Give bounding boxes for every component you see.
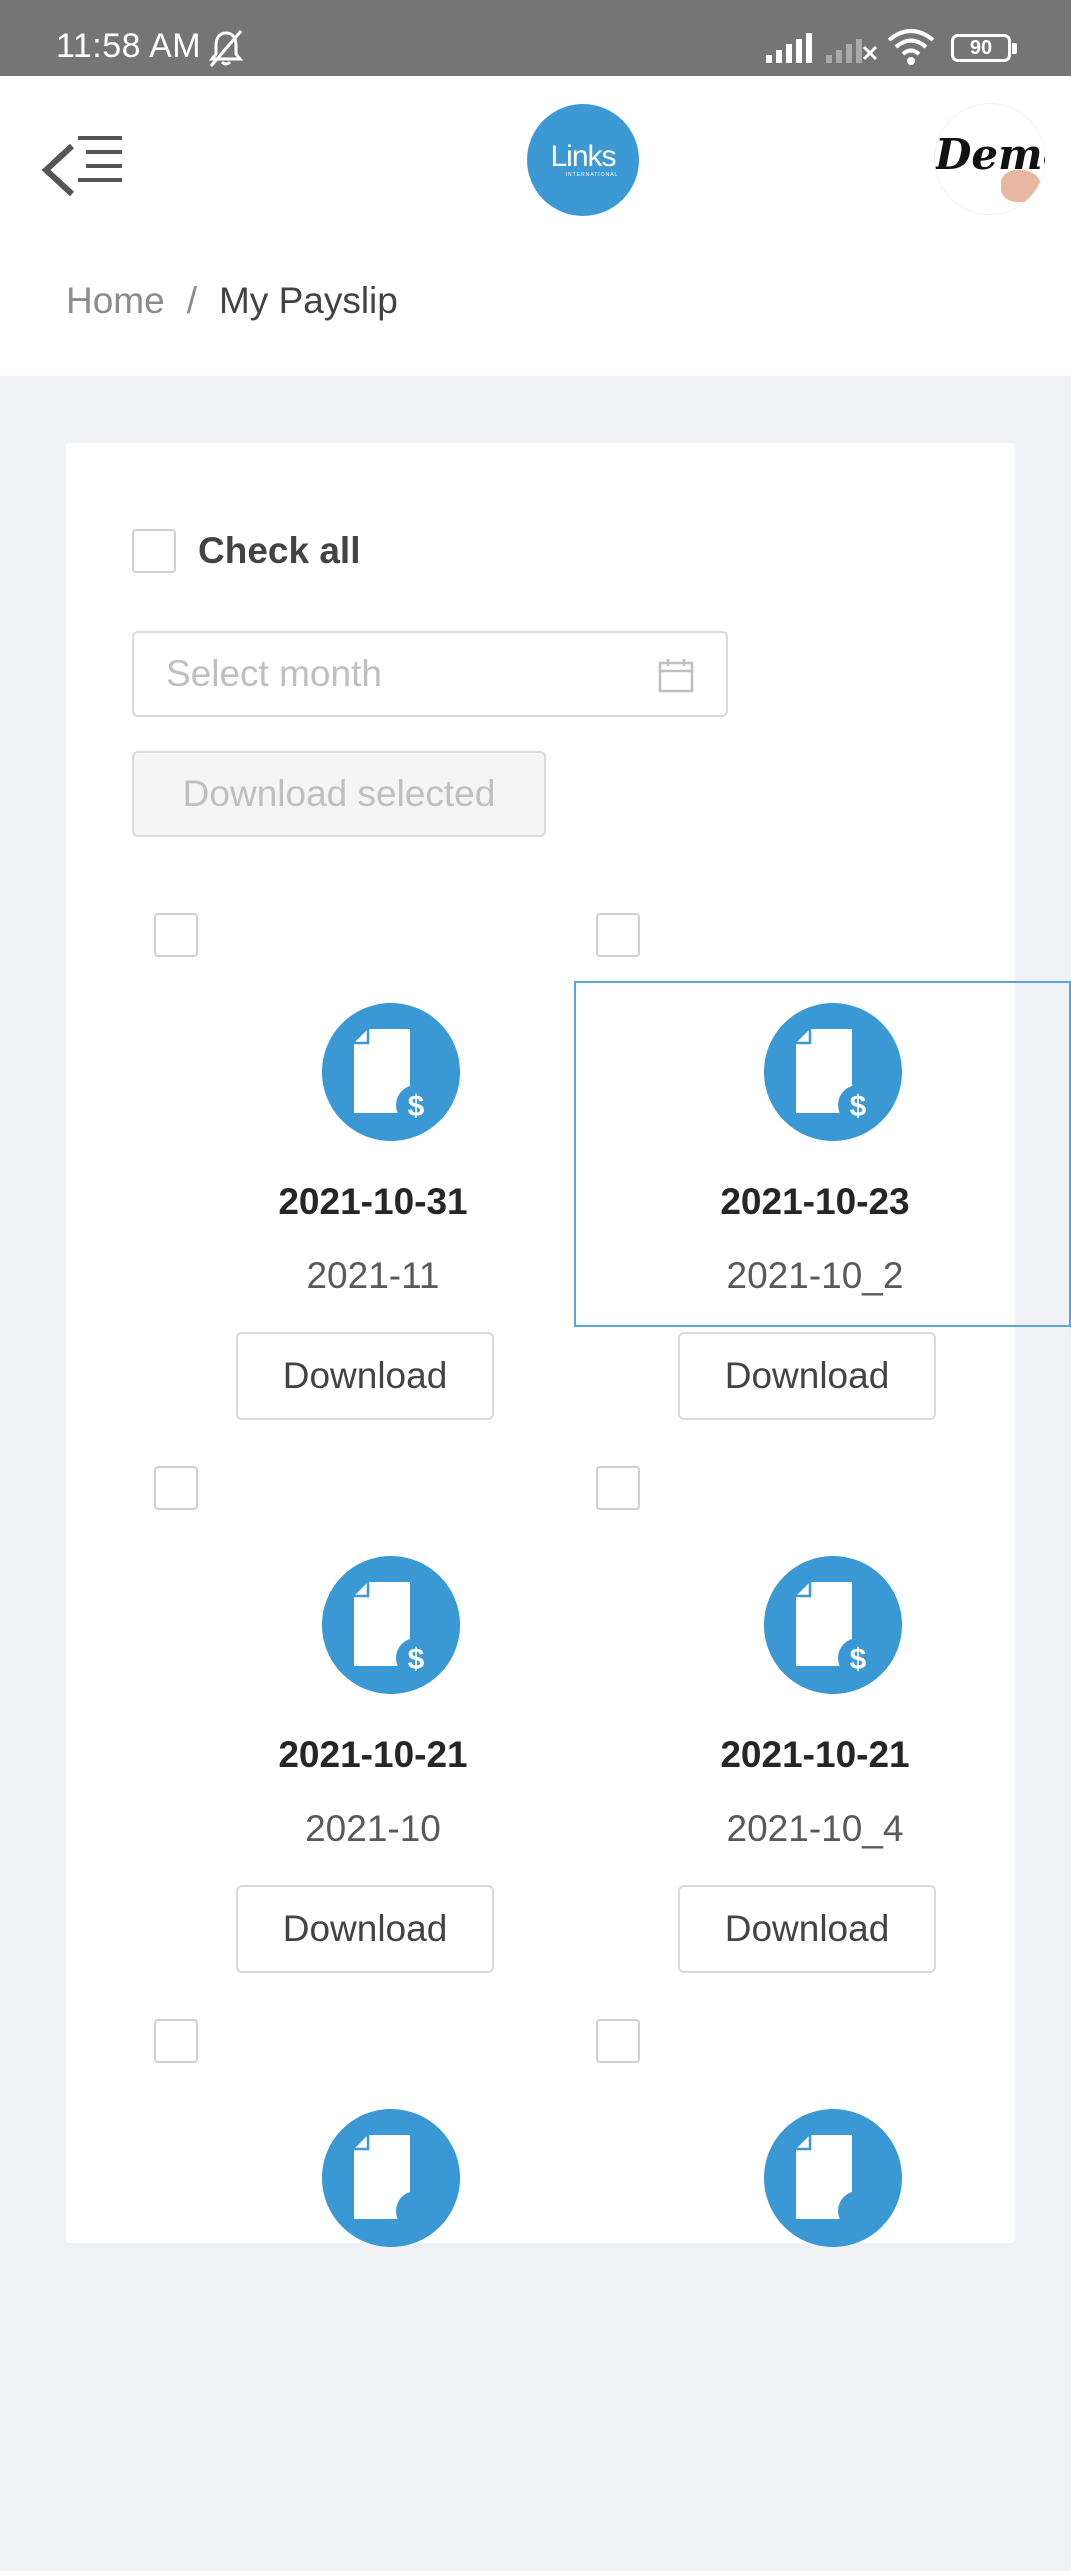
svg-text:$: $ xyxy=(850,1090,867,1123)
payslip-date: 2021-10-21 xyxy=(720,1734,910,1775)
breadcrumb-current: My Payslip xyxy=(218,280,398,321)
payslip-download-button[interactable]: Download xyxy=(678,1332,936,1420)
payslip-item: $ 2021-10-21 2021-10_4 Download xyxy=(574,1466,1016,2018)
payslip-download-button[interactable]: Download xyxy=(236,1332,494,1420)
signal-no-service-icon xyxy=(826,39,878,63)
breadcrumb-home[interactable]: Home xyxy=(66,280,165,321)
payslip-checkbox[interactable] xyxy=(596,913,640,957)
signal-icon xyxy=(766,33,812,63)
payslip-period: 2021-10 xyxy=(305,1808,441,1849)
mute-bell-icon xyxy=(208,30,244,67)
payslip-document-icon xyxy=(322,2109,460,2247)
avatar-hand-image xyxy=(1001,170,1041,202)
payslip-period: 2021-10_2 xyxy=(726,1255,904,1296)
breadcrumb-bar: Home / My Payslip xyxy=(0,242,1071,376)
month-picker[interactable] xyxy=(132,631,728,717)
calendar-icon[interactable] xyxy=(658,657,694,693)
payslip-checkbox[interactable] xyxy=(154,913,198,957)
payslip-document-icon: $ xyxy=(322,1003,460,1141)
payslip-item xyxy=(132,2019,574,2571)
payslip-item: $ 2021-10-23 2021-10_2 Download xyxy=(574,913,1016,1465)
payslip-document-icon xyxy=(764,2109,902,2247)
check-all[interactable]: Check all xyxy=(132,529,360,573)
payslip-card: Check all Download selected $ 2021-10-31… xyxy=(66,443,1016,2247)
payslip-date: 2021-10-23 xyxy=(720,1181,910,1222)
battery-icon: 90 xyxy=(951,34,1017,62)
logo-text: Links xyxy=(550,140,616,173)
payslip-download-button[interactable]: Download xyxy=(236,1885,494,1973)
payslip-checkbox[interactable] xyxy=(596,1466,640,1510)
payslip-document-icon: $ xyxy=(322,1556,460,1694)
payslip-item xyxy=(574,2019,1016,2571)
wifi-icon xyxy=(887,29,935,65)
breadcrumb-separator: / xyxy=(186,280,197,321)
status-bar: 11:58 AM 90 xyxy=(0,0,1071,76)
company-logo: Links INTERNATIONAL xyxy=(527,104,639,216)
menu-collapse-icon[interactable] xyxy=(42,126,126,206)
payslip-download-button[interactable]: Download xyxy=(678,1885,936,1973)
payslip-item: $ 2021-10-31 2021-11 Download xyxy=(132,913,574,1465)
logo-subtext: INTERNATIONAL xyxy=(565,172,619,178)
payslip-period: 2021-10_4 xyxy=(726,1808,904,1849)
status-time: 11:58 AM xyxy=(56,27,202,65)
app-header: Links INTERNATIONAL Demo xyxy=(0,76,1071,242)
svg-text:$: $ xyxy=(408,1090,425,1123)
payslip-checkbox[interactable] xyxy=(596,2019,640,2063)
check-all-label: Check all xyxy=(198,530,361,571)
payslip-period: 2021-11 xyxy=(306,1255,440,1296)
breadcrumb: Home / My Payslip xyxy=(66,280,398,322)
payslip-checkbox[interactable] xyxy=(154,2019,198,2063)
month-input[interactable] xyxy=(166,653,646,695)
payslip-date: 2021-10-21 xyxy=(278,1734,468,1775)
check-all-checkbox[interactable] xyxy=(132,529,176,573)
payslip-document-icon: $ xyxy=(764,1556,902,1694)
payslip-checkbox[interactable] xyxy=(154,1466,198,1510)
download-selected-button[interactable]: Download selected xyxy=(132,751,546,837)
payslip-document-icon: $ xyxy=(764,1003,902,1141)
svg-text:$: $ xyxy=(850,1643,867,1676)
payslip-item: $ 2021-10-21 2021-10 Download xyxy=(132,1466,574,2018)
avatar[interactable]: Demo xyxy=(935,104,1045,214)
payslip-date: 2021-10-31 xyxy=(278,1181,468,1222)
svg-text:$: $ xyxy=(408,1643,425,1676)
